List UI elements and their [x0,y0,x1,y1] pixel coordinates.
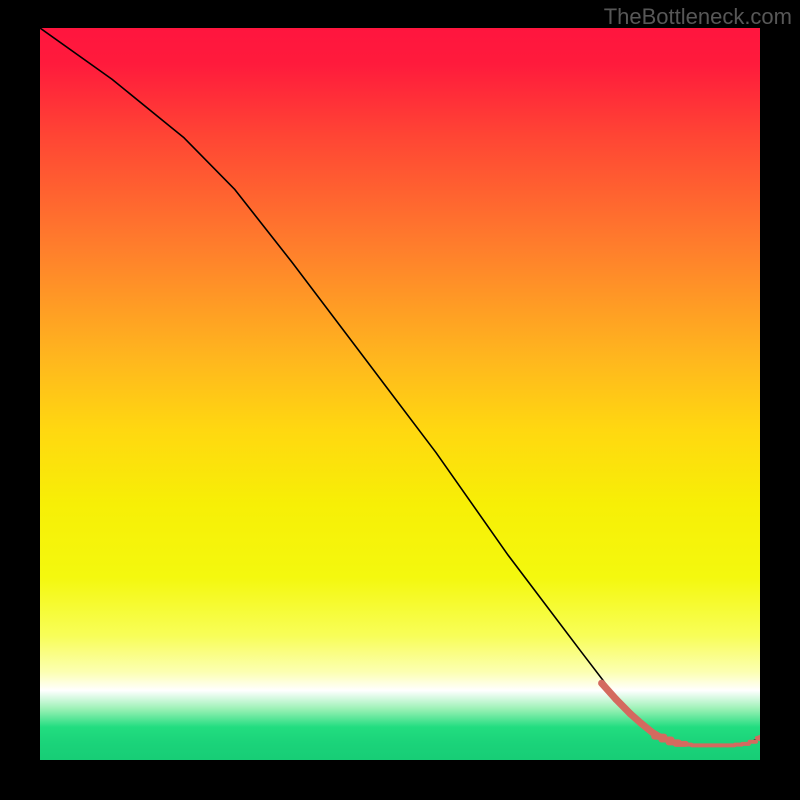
watermark-label: TheBottleneck.com [604,4,792,30]
plot-background [40,28,760,760]
chart-canvas [40,28,760,760]
chart-stage: TheBottleneck.com [0,0,800,800]
